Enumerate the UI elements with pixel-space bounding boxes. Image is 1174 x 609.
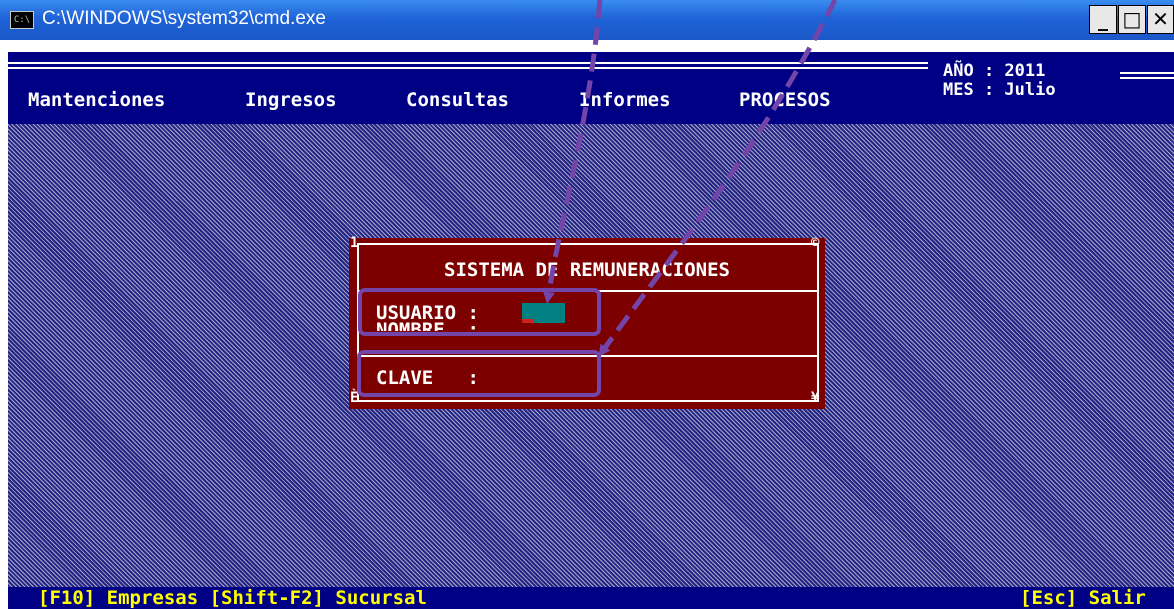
arrow-to-usuario [542,0,603,304]
arrow-to-clave [598,0,838,357]
annotation-arrows [542,0,838,357]
